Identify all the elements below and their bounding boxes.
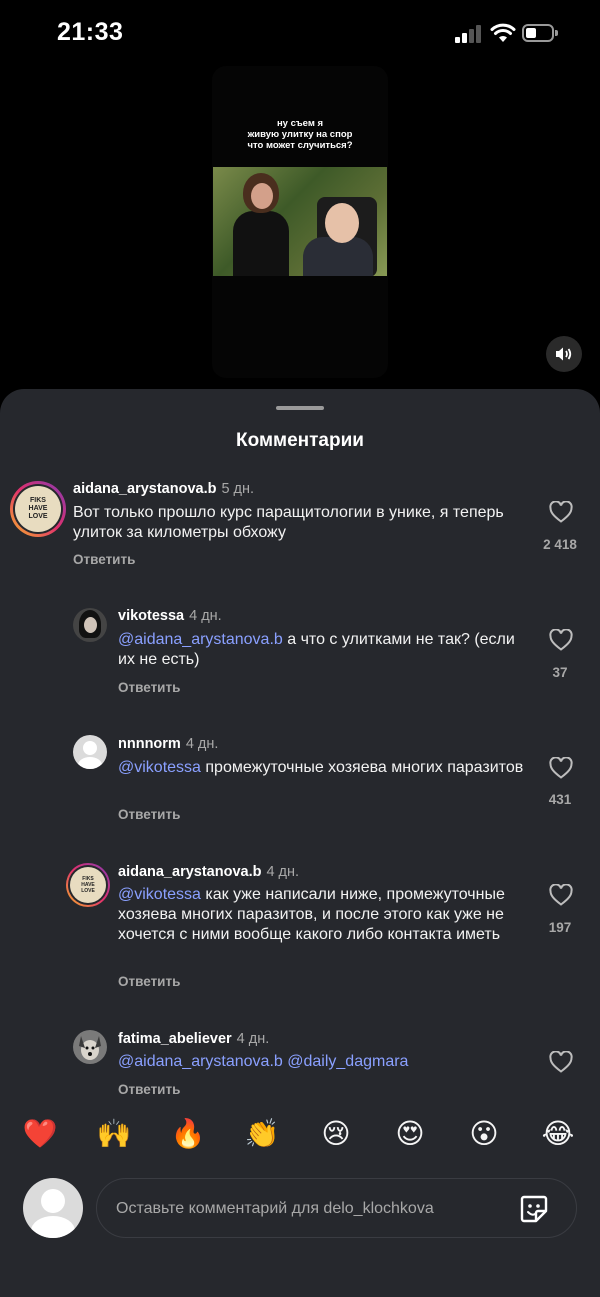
like-count: 431 bbox=[548, 792, 572, 807]
comment-input[interactable] bbox=[114, 1179, 508, 1239]
emoji-raised-hands[interactable]: 🙌 bbox=[94, 1117, 134, 1150]
emoji-surprised[interactable]: 😮 bbox=[464, 1117, 504, 1150]
comment-time: 4 дн. bbox=[266, 864, 300, 880]
comment-text: @aidana_arystanova.b @daily_dagmara bbox=[118, 1052, 528, 1072]
reply-button[interactable]: Ответить bbox=[73, 552, 135, 567]
emoji-fire[interactable]: 🔥 bbox=[168, 1117, 208, 1150]
emoji-crying[interactable]: 😢 bbox=[316, 1117, 356, 1150]
comment-username[interactable]: aidana_arystanova.b 5 дн. bbox=[73, 481, 254, 497]
sticker-icon[interactable] bbox=[518, 1193, 550, 1225]
comment-text: @aidana_arystanova.b а что с улитками не… bbox=[118, 631, 515, 668]
emoji-heart-eyes[interactable]: 😍 bbox=[390, 1117, 430, 1150]
drag-handle[interactable] bbox=[276, 406, 324, 410]
avatar-logo: FIKS HAVE LOVE bbox=[70, 867, 106, 903]
mention-link[interactable]: @vikotessa bbox=[118, 759, 201, 776]
comment-time: 4 дн. bbox=[236, 1031, 270, 1047]
user-avatar bbox=[23, 1178, 83, 1238]
reply-button[interactable]: Ответить bbox=[118, 680, 180, 695]
comment-text: Вот только прошло курс паращитологии в у… bbox=[73, 504, 504, 541]
cellular-signal-icon bbox=[455, 25, 483, 43]
like-count: 2 418 bbox=[543, 537, 577, 552]
status-bar: 21:33 bbox=[0, 0, 600, 66]
comment-username[interactable]: aidana_arystanova.b 4 дн. bbox=[118, 864, 299, 880]
heart-outline-icon[interactable] bbox=[549, 629, 573, 651]
avatar[interactable]: FIKS HAVE LOVE bbox=[10, 481, 66, 537]
comment-username[interactable]: vikotessa 4 дн. bbox=[118, 608, 222, 624]
battery-icon bbox=[522, 24, 558, 42]
like-count: 37 bbox=[552, 665, 568, 680]
clock: 21:33 bbox=[57, 18, 124, 46]
heart-outline-icon[interactable] bbox=[549, 757, 573, 779]
comment-time: 4 дн. bbox=[189, 608, 222, 624]
emoji-clap[interactable]: 👏 bbox=[242, 1117, 282, 1150]
mention-link[interactable]: @aidana_arystanova.b bbox=[118, 631, 283, 648]
emoji-tears-of-joy[interactable]: 😂 bbox=[538, 1117, 578, 1150]
sheet-title: Комментарии bbox=[236, 430, 364, 451]
avatar-logo: FIKS HAVE LOVE bbox=[15, 486, 61, 532]
reel-frame-image bbox=[213, 167, 387, 276]
speaker-icon[interactable] bbox=[546, 336, 582, 372]
reply-button[interactable]: Ответить bbox=[118, 1082, 180, 1097]
comment-username[interactable]: fatima_abeliever 4 дн. bbox=[118, 1031, 269, 1047]
avatar[interactable] bbox=[73, 1030, 107, 1064]
comment-time: 4 дн. bbox=[185, 736, 219, 752]
avatar[interactable]: FIKS HAVE LOVE bbox=[66, 863, 110, 907]
comment-text: @vikotessa как уже написали ниже, промеж… bbox=[118, 886, 505, 943]
mention-link[interactable]: @aidana_arystanova.b @daily_dagmara bbox=[118, 1053, 408, 1070]
emoji-heart[interactable]: ❤️ bbox=[20, 1117, 60, 1150]
reel-preview[interactable]: ну съем я живую улитку на спор что может… bbox=[212, 66, 388, 378]
comment-composer[interactable] bbox=[96, 1178, 577, 1239]
avatar[interactable] bbox=[73, 735, 107, 769]
reel-caption: ну съем я живую улитку на спор что может… bbox=[247, 118, 353, 151]
heart-outline-icon[interactable] bbox=[549, 1051, 573, 1073]
reply-button[interactable]: Ответить bbox=[118, 974, 180, 989]
mention-link[interactable]: @vikotessa bbox=[118, 886, 201, 903]
comment-username[interactable]: nnnnorm 4 дн. bbox=[118, 736, 218, 752]
avatar[interactable] bbox=[73, 608, 107, 642]
comment-text: @vikotessa промежуточные хозяева многих … bbox=[118, 759, 524, 776]
reply-button[interactable]: Ответить bbox=[118, 807, 180, 822]
heart-outline-icon[interactable] bbox=[549, 501, 573, 523]
comment-time: 5 дн. bbox=[221, 481, 255, 497]
like-count: 197 bbox=[548, 920, 572, 935]
heart-outline-icon[interactable] bbox=[549, 884, 573, 906]
wifi-icon bbox=[490, 23, 516, 42]
